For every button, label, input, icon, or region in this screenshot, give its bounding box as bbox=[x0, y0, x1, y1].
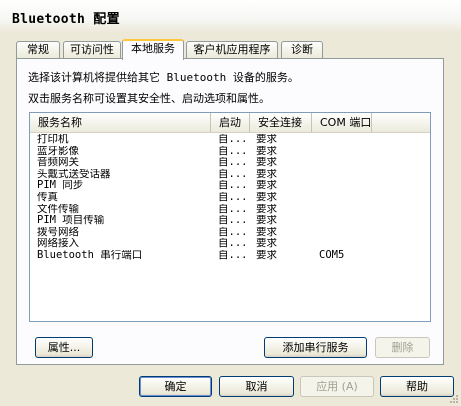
service-name: PIM 同步 bbox=[37, 180, 84, 192]
tab-label: 诊断 bbox=[291, 43, 313, 56]
tab-label: 客户机应用程序 bbox=[193, 43, 271, 56]
service-startup: 自... bbox=[218, 168, 248, 180]
service-startup: 自... bbox=[218, 238, 248, 250]
panel-description-line2: 双击服务名称可设置其安全性、启动选项和属性。 bbox=[28, 92, 270, 105]
service-name: 网络接入 bbox=[37, 238, 79, 250]
column-header-service-name[interactable]: 服务名称 bbox=[30, 113, 211, 132]
service-secure-connection: 要求 bbox=[256, 203, 277, 215]
column-header-startup[interactable]: 启动 bbox=[211, 113, 250, 132]
title-bar[interactable]: Bluetooth 配置 bbox=[0, 0, 461, 33]
service-name: 传真 bbox=[37, 191, 58, 203]
tab-general[interactable]: 常规 bbox=[16, 41, 60, 59]
service-startup: 自... bbox=[218, 191, 248, 203]
service-name: 蓝牙影像 bbox=[37, 145, 79, 157]
service-row[interactable]: 头戴式送受话器 自... 要求 bbox=[30, 169, 430, 181]
tab-label: 常规 bbox=[27, 43, 49, 56]
cancel-button[interactable]: 取消 bbox=[219, 376, 294, 397]
service-startup: 自... bbox=[218, 145, 248, 157]
services-list-header: 服务名称 启动 安全连接 COM 端口 bbox=[30, 113, 430, 133]
service-secure-connection: 要求 bbox=[256, 134, 277, 145]
properties-button[interactable]: 属性... bbox=[35, 337, 93, 358]
service-secure-connection: 要求 bbox=[256, 145, 277, 157]
column-header-secure-connection[interactable]: 安全连接 bbox=[250, 113, 312, 132]
service-startup: 自... bbox=[218, 249, 248, 261]
column-header-com-port[interactable]: COM 端口 bbox=[312, 113, 372, 132]
service-name: 头戴式送受话器 bbox=[37, 168, 111, 180]
service-row[interactable]: PIM 同步 自... 要求 bbox=[30, 180, 430, 192]
tab-accessibility[interactable]: 可访问性 bbox=[63, 41, 121, 59]
service-name: Bluetooth 串行端口 bbox=[37, 249, 143, 261]
tab-label: 可访问性 bbox=[70, 43, 114, 56]
service-secure-connection: 要求 bbox=[256, 226, 277, 238]
service-row[interactable]: 文件传输 自... 要求 bbox=[30, 204, 430, 216]
service-secure-connection: 要求 bbox=[256, 249, 277, 261]
help-button[interactable]: 帮助 bbox=[380, 376, 454, 397]
service-startup: 自... bbox=[218, 134, 248, 145]
service-name: 文件传输 bbox=[37, 203, 79, 215]
service-startup: 自... bbox=[218, 203, 248, 215]
tab-diagnostics[interactable]: 诊断 bbox=[281, 41, 323, 59]
add-serial-service-button[interactable]: 添加串行服务 bbox=[264, 337, 367, 358]
panel-description-line1: 选择该计算机将提供给其它 Bluetooth 设备的服务。 bbox=[28, 71, 299, 84]
service-row[interactable]: PIM 项目传输 自... 要求 bbox=[30, 215, 430, 227]
services-list[interactable]: 服务名称 启动 安全连接 COM 端口 打印机 自... 要求 蓝牙影像 自... 要求音… bbox=[29, 112, 431, 322]
service-com-port: COM5 bbox=[319, 249, 345, 261]
service-row[interactable]: 网络接入 自... 要求 bbox=[30, 238, 430, 250]
tab-label: 本地服务 bbox=[131, 42, 175, 55]
service-name: 打印机 bbox=[37, 134, 69, 145]
service-row[interactable]: Bluetooth 串行端口 自... 要求 COM5 bbox=[30, 250, 430, 262]
service-startup: 自... bbox=[218, 180, 248, 192]
service-secure-connection: 要求 bbox=[256, 180, 277, 192]
ok-button[interactable]: 确定 bbox=[139, 376, 212, 397]
service-secure-connection: 要求 bbox=[256, 168, 277, 180]
service-row[interactable]: 蓝牙影像 自... 要求 bbox=[30, 146, 430, 158]
delete-button[interactable]: 删除 bbox=[375, 337, 430, 358]
service-row[interactable]: 音频网关 自... 要求 bbox=[30, 157, 430, 169]
services-list-rows: 打印机 自... 要求 蓝牙影像 自... 要求 音频网关 自... 要求 头戴式送受话器 自...… bbox=[30, 134, 430, 262]
tab-local-services[interactable]: 本地服务 bbox=[122, 39, 184, 60]
service-secure-connection: 要求 bbox=[256, 238, 277, 250]
service-name: PIM 项目传输 bbox=[37, 215, 105, 227]
service-startup: 自... bbox=[218, 226, 248, 238]
service-name: 音频网关 bbox=[37, 157, 79, 169]
service-row[interactable]: 传真 自... 要求 bbox=[30, 192, 430, 204]
apply-button[interactable]: 应用 (A) bbox=[300, 376, 374, 397]
tab-client-applications[interactable]: 客户机应用程序 bbox=[186, 41, 278, 59]
service-startup: 自... bbox=[218, 215, 248, 227]
service-secure-connection: 要求 bbox=[256, 191, 277, 203]
service-row[interactable]: 拨号网络 自... 要求 bbox=[30, 227, 430, 239]
service-startup: 自... bbox=[218, 157, 248, 169]
service-secure-connection: 要求 bbox=[256, 157, 277, 169]
window-title: Bluetooth 配置 bbox=[12, 12, 120, 27]
service-secure-connection: 要求 bbox=[256, 215, 277, 227]
service-row[interactable]: 打印机 自... 要求 bbox=[30, 134, 430, 146]
service-name: 拨号网络 bbox=[37, 226, 79, 238]
